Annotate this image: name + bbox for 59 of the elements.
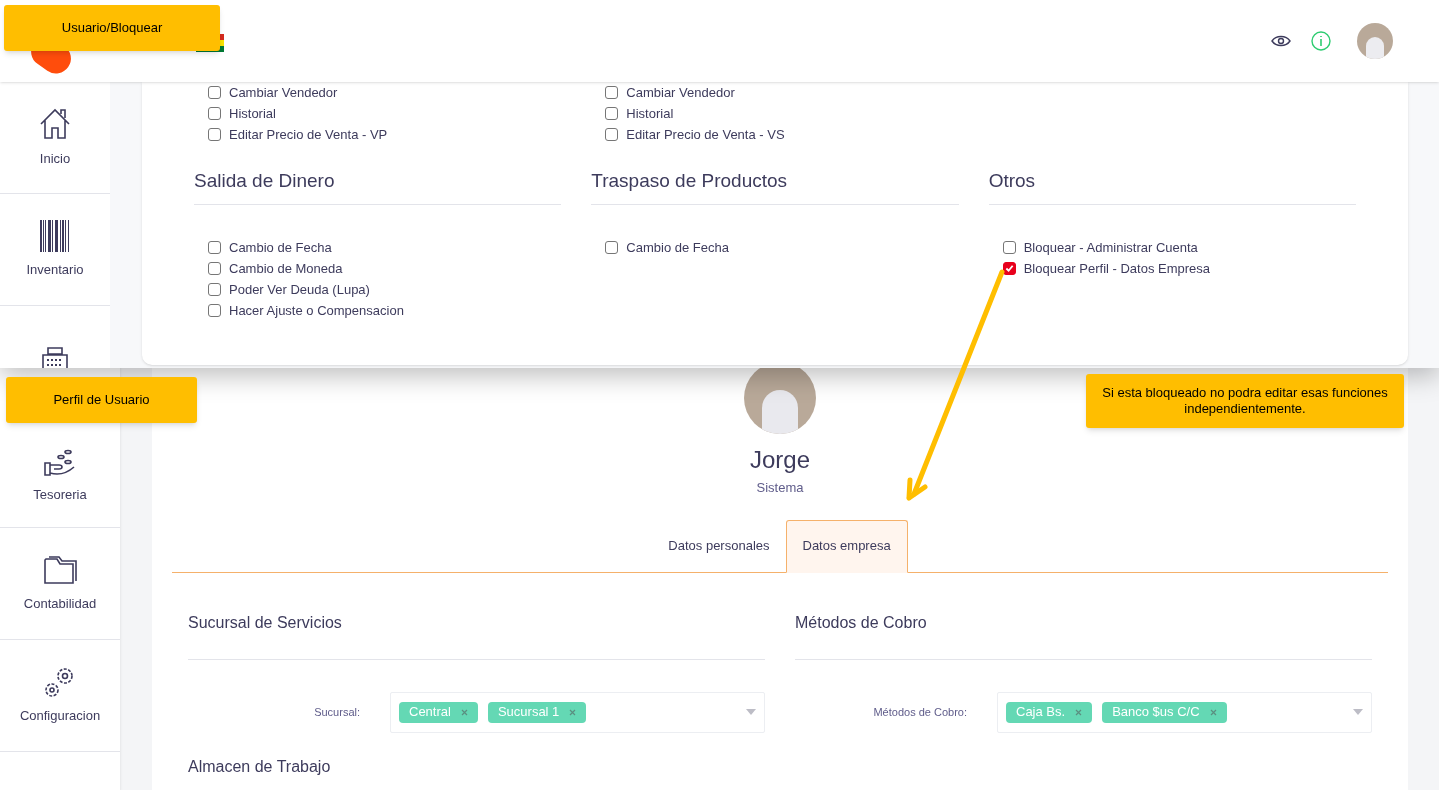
checkbox-label: Bloquear - Administrar Cuenta [1023, 238, 1198, 257]
checkbox[interactable] [208, 86, 221, 99]
eye-icon[interactable] [1271, 35, 1291, 47]
field-label: Sucursal: [313, 704, 360, 720]
checkbox-label: Cambiar Vendedor [229, 84, 338, 102]
tab[interactable]: Datos empresa [785, 519, 908, 573]
section-title: Traspaso de Productos [591, 167, 959, 205]
sidebar-item[interactable]: Inicio [0, 82, 110, 194]
checkbox[interactable] [208, 282, 221, 296]
checkbox[interactable] [1002, 240, 1016, 254]
barcode-icon [39, 219, 71, 252]
folder-icon [43, 553, 77, 586]
checkbox-label: Poder Ver Deuda (Lupa) [229, 280, 370, 299]
field-label: Métodos de Cobro: [872, 704, 967, 720]
cash-register-icon [39, 345, 71, 368]
section-title: Almacen de Trabajo [188, 756, 331, 777]
checkbox-label: Cambio de Moneda [229, 259, 343, 278]
annotation-note: Perfil de Usuario [6, 377, 197, 423]
checkbox-label: Cambiar Vendedor [626, 84, 735, 102]
checkbox-label: Cambio de Fecha [626, 238, 729, 257]
section-title: Otros [988, 167, 1356, 205]
house-icon [38, 106, 72, 141]
tag: Sucursal 1 [487, 701, 587, 723]
checkbox-label: Bloquear Perfil - Datos Empresa [1023, 259, 1211, 278]
checkbox-label: Historial [626, 105, 674, 123]
checkbox[interactable] [208, 107, 221, 120]
user-role: Sistema [756, 479, 804, 497]
annotation-note: Si esta bloqueado no podra editar esas funciones independientemente. [1086, 374, 1404, 428]
checkbox[interactable] [605, 86, 619, 99]
checkbox-label: Hacer Ajuste o Compensacion [229, 301, 404, 320]
sidebar-item[interactable]: Inventario [0, 194, 110, 306]
checkbox[interactable] [1002, 261, 1016, 275]
checkbox[interactable] [208, 303, 221, 317]
checkbox-label: Cambio de Fecha [229, 238, 332, 257]
section-title: Métodos de Cobro [795, 610, 1372, 660]
tag: Banco $us C/C [1102, 701, 1227, 723]
dropdown-caret-icon [1353, 709, 1363, 715]
section-title: Sucursal de Servicios [188, 610, 765, 660]
sidebar-item[interactable]: Configuracion [0, 640, 120, 752]
checkbox-label: Historial [229, 105, 276, 123]
tag: Central [399, 701, 478, 723]
gears-icon [44, 665, 76, 698]
hand-coins-icon [43, 448, 77, 477]
checkbox-label: Editar Precio de Venta - VS [626, 126, 785, 144]
section-title: Salida de Dinero [194, 167, 562, 205]
checkbox[interactable] [605, 240, 619, 254]
checkbox[interactable] [208, 128, 221, 141]
tab[interactable]: Datos personales [652, 519, 786, 573]
checkbox[interactable] [208, 240, 221, 254]
tag: Caja Bs. [1006, 701, 1093, 723]
annotation-note: Usuario/Bloquear [4, 5, 220, 51]
sidebar-item[interactable]: Tesoreria [0, 426, 120, 528]
dropdown-caret-icon [746, 709, 756, 715]
checkbox[interactable] [605, 128, 619, 141]
sidebar-item[interactable]: Contabilidad [0, 528, 120, 640]
user-name: Jorge [749, 445, 810, 475]
checkbox-label: Editar Precio de Venta - VP [229, 126, 388, 144]
checkbox[interactable] [605, 107, 619, 120]
checkbox[interactable] [208, 261, 221, 275]
